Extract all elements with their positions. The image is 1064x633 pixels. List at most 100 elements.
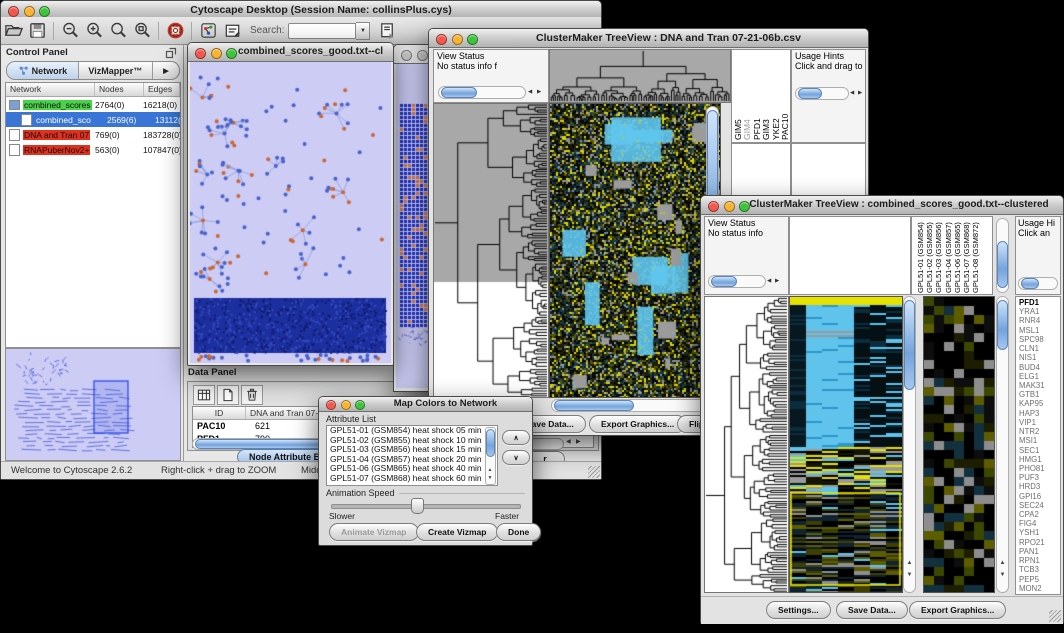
- scrollbar-thumb[interactable]: [441, 87, 477, 98]
- scroll-right-icon[interactable]: ▶: [775, 278, 779, 284]
- scroll-down-icon[interactable]: ▼: [488, 473, 493, 483]
- window-controls[interactable]: [8, 6, 50, 17]
- help-lifering-icon[interactable]: [163, 20, 187, 42]
- network-overview-canvas[interactable]: [6, 349, 178, 458]
- search-input[interactable]: [288, 23, 356, 39]
- gene-label[interactable]: PUF3: [1019, 473, 1045, 482]
- tv1-heatmap[interactable]: [549, 103, 721, 398]
- done-button[interactable]: Done: [496, 523, 541, 541]
- minimize-icon[interactable]: [211, 48, 222, 59]
- column-label[interactable]: GPL51-06 (GSM865): [953, 218, 962, 293]
- column-label[interactable]: GPL51-04 (GSM857): [944, 218, 953, 293]
- scrollbar-thumb[interactable]: [486, 429, 495, 457]
- scroll-right-icon[interactable]: ▶: [858, 90, 862, 96]
- search-options-icon[interactable]: [375, 20, 399, 42]
- tv2-row-dendrogram[interactable]: [704, 296, 789, 593]
- column-label[interactable]: PFD1: [753, 52, 762, 140]
- scroll-right-icon[interactable]: ▶: [576, 438, 581, 445]
- scrollbar-thumb[interactable]: [904, 300, 915, 390]
- minimize-icon[interactable]: [24, 6, 35, 17]
- gene-label[interactable]: NTR2: [1019, 427, 1045, 436]
- network-view-titlebar[interactable]: combined_scores_good.txt--cluste...: [188, 43, 393, 62]
- gene-label[interactable]: GPI16: [1019, 492, 1045, 501]
- delete-attribute-icon[interactable]: [241, 385, 263, 405]
- tab-vizmapper[interactable]: VizMapper™: [79, 62, 153, 79]
- treeview-button[interactable]: Settings...: [766, 601, 831, 619]
- scroll-left-icon[interactable]: ◀: [566, 438, 571, 445]
- tv2-detail-heatmap[interactable]: [923, 296, 995, 593]
- gene-label[interactable]: SPC98: [1019, 335, 1045, 344]
- zoom-fit-icon[interactable]: [130, 20, 154, 42]
- resize-grip[interactable]: [588, 466, 600, 478]
- tv1-row-dendrogram[interactable]: [433, 103, 549, 398]
- scroll-down-icon[interactable]: ▼: [907, 570, 913, 580]
- gene-label[interactable]: YRA1: [1019, 307, 1045, 316]
- gene-label[interactable]: NIS1: [1019, 353, 1045, 362]
- window-controls[interactable]: [326, 400, 365, 410]
- zoom-out-icon[interactable]: [58, 20, 82, 42]
- attribute-item[interactable]: GPL51-07 (GSM868) heat shock 60 min: [327, 474, 497, 484]
- close-icon[interactable]: [195, 48, 206, 59]
- gene-label[interactable]: VIP1: [1019, 418, 1045, 427]
- tv1-column-dendrogram[interactable]: [549, 49, 731, 103]
- gene-label[interactable]: RPN1: [1019, 556, 1045, 565]
- column-label[interactable]: GIM3: [762, 52, 771, 140]
- network-table-header[interactable]: Network Nodes Edges: [6, 83, 180, 97]
- network-list-row[interactable]: combined_sco 2569(6) 13112(15): [6, 112, 180, 127]
- scroll-left-icon[interactable]: ◀: [528, 89, 532, 95]
- gene-label[interactable]: CLN1: [1019, 344, 1045, 353]
- attribute-table-icon[interactable]: [193, 385, 215, 405]
- tv1-status-scrollbar[interactable]: [438, 86, 526, 99]
- scrollbar-thumb[interactable]: [997, 241, 1008, 288]
- gene-label[interactable]: MSI1: [1019, 436, 1045, 445]
- close-icon[interactable]: [436, 34, 447, 45]
- column-label[interactable]: GIM5: [734, 52, 743, 140]
- col-edges[interactable]: Edges: [144, 83, 180, 96]
- treeview-button[interactable]: Save Data...: [836, 601, 908, 619]
- minimize-icon[interactable]: [452, 34, 463, 45]
- gene-label[interactable]: MSL1: [1019, 326, 1045, 335]
- dialog-titlebar[interactable]: Map Colors to Network: [319, 397, 532, 412]
- gene-label[interactable]: FIG4: [1019, 519, 1045, 528]
- animation-speed-slider-track[interactable]: [331, 504, 521, 509]
- treeview-button[interactable]: Export Graphics...: [909, 601, 1006, 619]
- column-label[interactable]: YKE2: [772, 52, 781, 140]
- zoom-window-icon[interactable]: [226, 48, 237, 59]
- animation-speed-slider-thumb[interactable]: [411, 498, 424, 514]
- gene-label[interactable]: HRD3: [1019, 482, 1045, 491]
- zoom-selected-icon[interactable]: [106, 20, 130, 42]
- network-list-row[interactable]: combined_scores 2764(0) 16218(0): [6, 97, 180, 112]
- zoom-window-icon[interactable]: [39, 6, 50, 17]
- close-icon[interactable]: [8, 6, 19, 17]
- close-icon[interactable]: [708, 201, 719, 212]
- treeview-button[interactable]: Export Graphics...: [589, 415, 686, 433]
- window-controls[interactable]: [195, 48, 237, 59]
- search-dropdown-icon[interactable]: ▼: [356, 22, 370, 40]
- gene-label[interactable]: ELG1: [1019, 372, 1045, 381]
- gene-label[interactable]: KAP95: [1019, 399, 1045, 408]
- col-network[interactable]: Network: [6, 83, 95, 96]
- scroll-left-icon[interactable]: ◀: [850, 90, 854, 96]
- scroll-up-icon[interactable]: ▲: [1000, 558, 1006, 568]
- float-panel-icon[interactable]: [165, 47, 177, 59]
- scrollbar-thumb[interactable]: [711, 276, 737, 287]
- minimize-icon[interactable]: [341, 400, 351, 410]
- gene-label[interactable]: RNR4: [1019, 316, 1045, 325]
- scroll-left-icon[interactable]: ◀: [767, 278, 771, 284]
- new-attribute-icon[interactable]: [217, 385, 239, 405]
- save-icon[interactable]: [25, 20, 49, 42]
- network-list-row[interactable]: RNAPuberNov2+ 563(0) 107847(0): [6, 142, 180, 157]
- annotation-icon[interactable]: [220, 20, 244, 42]
- gene-label[interactable]: PAN1: [1019, 547, 1045, 556]
- zoom-window-icon[interactable]: [467, 34, 478, 45]
- network-view-canvas[interactable]: [190, 62, 391, 363]
- gene-label[interactable]: HAP3: [1019, 409, 1045, 418]
- treeview2-titlebar[interactable]: ClusterMaker TreeView : combined_scores_…: [701, 196, 1063, 215]
- zoom-window-icon[interactable]: [355, 400, 365, 410]
- gene-label[interactable]: BUD4: [1019, 363, 1045, 372]
- window-controls[interactable]: [708, 201, 750, 212]
- tv2-genelist-vscrollbar[interactable]: ▲ ▼: [996, 296, 1009, 593]
- tv1-hints-scrollbar[interactable]: [795, 87, 849, 100]
- tab-network[interactable]: Network: [7, 62, 79, 79]
- gene-label[interactable]: RPO21: [1019, 538, 1045, 547]
